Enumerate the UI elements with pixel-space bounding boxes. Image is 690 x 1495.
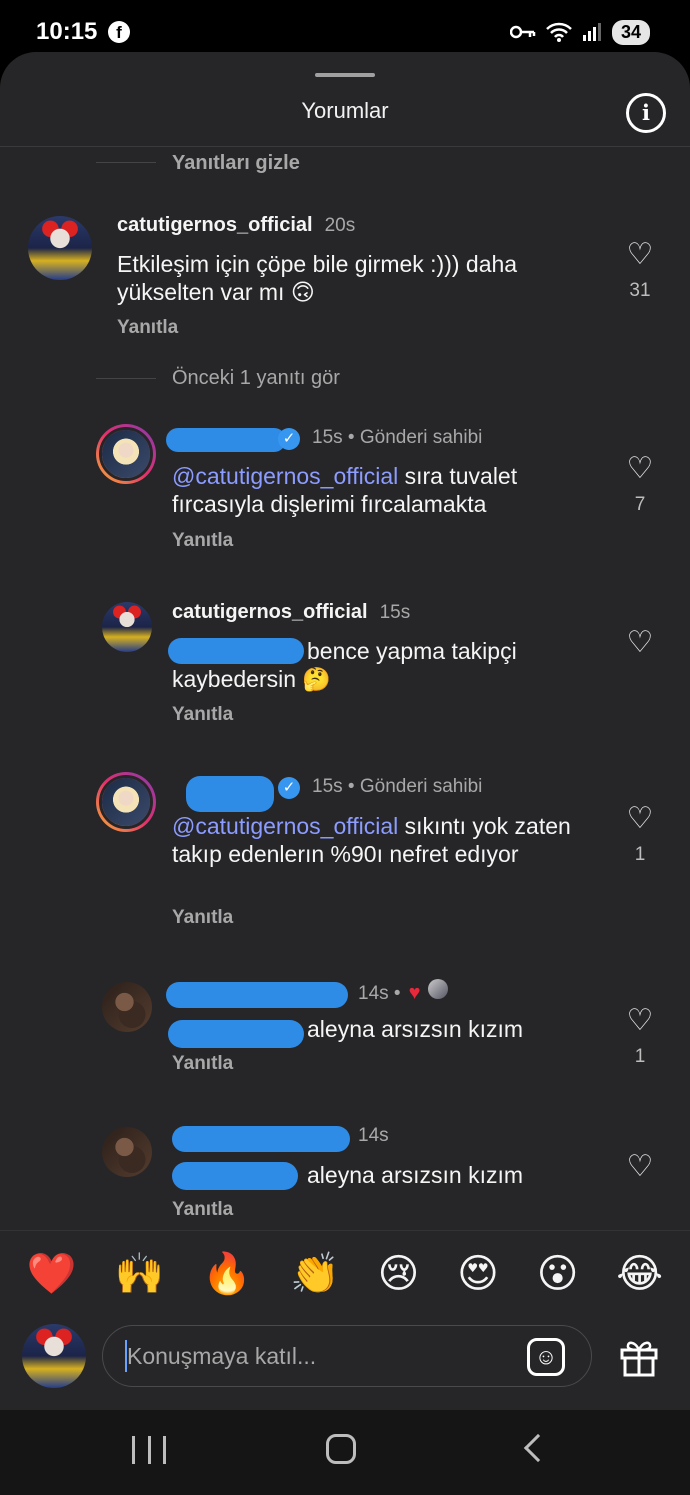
see-previous-replies-link[interactable]: Önceki 1 yanıtı gör xyxy=(172,367,340,390)
status-icons: 34 xyxy=(510,18,650,46)
redacted-mention xyxy=(172,1162,298,1190)
current-user-avatar xyxy=(22,1324,86,1388)
comment-composer: Konuşmaya katıl... ☺ xyxy=(0,1316,690,1410)
comment-time: 15s • Gönderi sahibi xyxy=(312,776,483,797)
reaction-clap[interactable]: 👏 xyxy=(290,1251,340,1297)
avatar-story-ring[interactable] xyxy=(96,424,156,484)
home-icon[interactable] xyxy=(326,1434,356,1464)
verified-badge-icon: ✓ xyxy=(278,777,300,799)
thread-line xyxy=(96,162,156,163)
like-count: 1 xyxy=(634,1046,646,1067)
like-count: 7 xyxy=(634,494,646,515)
comment-text: aleyna arsızsın kızım xyxy=(307,1016,524,1042)
signal-icon xyxy=(583,23,601,41)
reaction-laughing[interactable]: 😂 xyxy=(616,1251,663,1297)
drag-handle[interactable] xyxy=(315,73,375,77)
info-icon[interactable]: i xyxy=(626,93,666,133)
status-time: 10:15 xyxy=(36,18,98,45)
avatar-story-ring[interactable] xyxy=(96,772,156,832)
comment-input[interactable]: Konuşmaya katıl... ☺ xyxy=(102,1325,592,1387)
comment-text: aleyna arsızsın kızım xyxy=(307,1162,524,1188)
facebook-icon: f xyxy=(108,21,130,43)
heart-icon[interactable]: ♡ xyxy=(620,1006,660,1036)
avatar[interactable] xyxy=(102,982,152,1032)
reply-button[interactable]: Yanıtla xyxy=(172,530,233,552)
comment-time: 14s • xyxy=(358,983,401,1004)
liked-by-author-heart-icon: ♥ xyxy=(408,982,421,1004)
hide-replies-link[interactable]: Yanıtları gizle xyxy=(172,152,300,175)
verified-badge-icon: ✓ xyxy=(278,428,300,450)
reply-button[interactable]: Yanıtla xyxy=(117,317,178,339)
back-icon[interactable] xyxy=(523,1433,553,1463)
heart-icon[interactable]: ♡ xyxy=(620,804,660,834)
reply-button[interactable]: Yanıtla xyxy=(172,704,233,726)
sheet-title: Yorumlar xyxy=(301,98,389,123)
comment-time: 15s xyxy=(379,602,411,623)
reaction-fire[interactable]: 🔥 xyxy=(202,1251,252,1297)
quick-reactions-bar: ❤️ 🙌 🔥 👏 😢 😍 😮 😂 xyxy=(0,1230,690,1316)
battery-indicator: 34 xyxy=(612,19,650,45)
reaction-crying[interactable]: 😢 xyxy=(378,1251,420,1297)
sticker-icon[interactable]: ☺ xyxy=(527,1338,565,1376)
mention-link[interactable]: @catutigernos_official xyxy=(172,463,398,489)
key-icon xyxy=(510,25,536,39)
wifi-icon xyxy=(546,22,572,42)
reaction-heart[interactable]: ❤️ xyxy=(27,1251,77,1297)
comment-input-placeholder: Konuşmaya katıl... xyxy=(127,1343,317,1369)
avatar[interactable] xyxy=(28,216,92,280)
divider xyxy=(0,146,690,147)
comment-time: 14s xyxy=(358,1125,389,1146)
mention-link[interactable]: @catutigernos_official xyxy=(172,813,398,839)
gift-icon[interactable] xyxy=(618,1336,660,1378)
like-count: 31 xyxy=(629,280,651,301)
heart-icon[interactable]: ♡ xyxy=(620,240,660,270)
redacted-username xyxy=(172,1126,350,1152)
comment-time: 20s xyxy=(324,215,356,236)
comment-text: Etkileşim için çöpe bile girmek :))) dah… xyxy=(117,251,518,305)
heart-icon[interactable]: ♡ xyxy=(620,454,660,484)
reaction-surprised[interactable]: 😮 xyxy=(537,1251,579,1297)
reply-button[interactable]: Yanıtla xyxy=(172,1199,233,1221)
heart-icon[interactable]: ♡ xyxy=(620,1152,660,1182)
thread-line xyxy=(96,378,156,379)
comment-text: bence yapma takipçi kaybedersin 🤔 xyxy=(172,638,517,692)
reply-button[interactable]: Yanıtla xyxy=(172,907,233,929)
redacted-username xyxy=(186,776,274,812)
heart-icon[interactable]: ♡ xyxy=(620,628,660,658)
comment-username[interactable]: catutigernos_official xyxy=(117,214,313,237)
comment-text: @catutigernos_official sıra tuvalet fırc… xyxy=(172,463,518,517)
redacted-mention xyxy=(168,1020,304,1048)
reply-button[interactable]: Yanıtla xyxy=(172,1053,233,1075)
author-avatar xyxy=(428,979,449,999)
reaction-raised-hands[interactable]: 🙌 xyxy=(115,1251,165,1297)
avatar[interactable] xyxy=(102,1127,152,1177)
recents-icon[interactable] xyxy=(132,1436,166,1464)
redacted-username xyxy=(166,428,286,452)
comment-username[interactable]: catutigernos_official xyxy=(172,601,368,624)
avatar[interactable] xyxy=(102,602,152,652)
comments-sheet: Yorumlar i Yanıtları gizle catutigernos_… xyxy=(0,52,690,1410)
like-count: 1 xyxy=(634,844,646,865)
comment-time: 15s • Gönderi sahibi xyxy=(312,427,483,448)
reaction-heart-eyes[interactable]: 😍 xyxy=(457,1251,499,1297)
comment-text: @catutigernos_official sıkıntı yok zaten… xyxy=(172,813,571,867)
redacted-username xyxy=(166,982,348,1008)
system-nav-bar xyxy=(0,1410,690,1495)
